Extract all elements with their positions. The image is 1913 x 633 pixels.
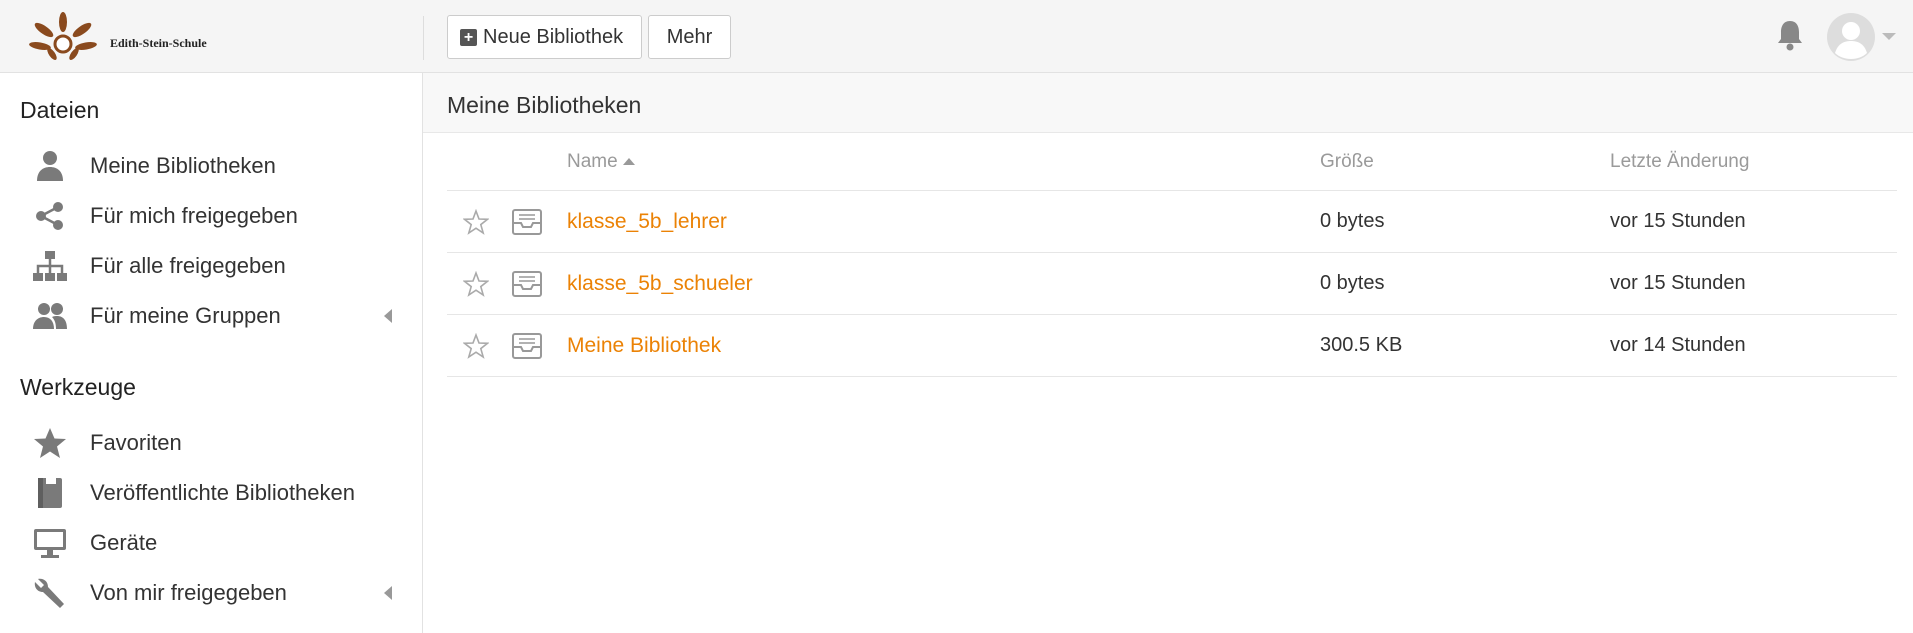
sidebar-item-shared-by-me[interactable]: Von mir freigegeben: [0, 570, 422, 616]
more-label: Mehr: [666, 25, 713, 48]
new-library-button[interactable]: + Neue Bibliothek: [447, 15, 642, 59]
brand-name: Edith-Stein-Schule: [110, 36, 207, 50]
tools-heading: Werkzeuge: [20, 374, 136, 400]
topbar-divider: [423, 16, 424, 60]
sidebar-item-published-libraries[interactable]: Veröffentlichte Bibliotheken: [0, 470, 422, 516]
column-header-name[interactable]: Name: [567, 151, 635, 173]
sidebar-item-favorites[interactable]: Favoriten: [0, 420, 422, 466]
sidebar-item-shared-with-all[interactable]: Für alle freigegeben: [0, 243, 422, 289]
sidebar-item-label: Meine Bibliotheken: [90, 153, 276, 178]
sidebar: Dateien Meine Bibliotheken Für mich frei…: [0, 73, 423, 633]
chevron-down-icon[interactable]: [1882, 33, 1896, 40]
library-size: 0 bytes: [1320, 210, 1385, 232]
star-icon: [34, 428, 66, 458]
library-icon: [512, 271, 542, 297]
notifications-bell-icon[interactable]: [1775, 18, 1805, 52]
library-name-link[interactable]: klasse_5b_lehrer: [567, 210, 727, 234]
expand-arrow-icon[interactable]: [384, 309, 392, 323]
column-header-size[interactable]: Größe: [1320, 151, 1374, 173]
share-icon: [36, 202, 63, 230]
libraries-table: Name Größe Letzte Änderung klasse_5b_leh…: [447, 133, 1897, 377]
star-outline-icon[interactable]: [463, 271, 489, 297]
library-size: 300.5 KB: [1320, 334, 1403, 356]
column-header-modified[interactable]: Letzte Änderung: [1610, 151, 1749, 173]
sidebar-item-label: Für mich freigegeben: [90, 203, 298, 228]
table-row[interactable]: klasse_5b_schueler 0 bytes vor 15 Stunde…: [447, 253, 1897, 315]
sidebar-item-label: Geräte: [90, 530, 158, 555]
monitor-icon: [34, 529, 66, 558]
library-icon: [512, 333, 542, 359]
wrench-icon: [34, 578, 64, 608]
main-header: Meine Bibliotheken: [423, 73, 1913, 133]
library-name-link[interactable]: Meine Bibliothek: [567, 334, 721, 358]
table-header: Name Größe Letzte Änderung: [447, 133, 1897, 191]
sidebar-item-devices[interactable]: Geräte: [0, 520, 422, 566]
library-modified: vor 14 Stunden: [1610, 334, 1746, 356]
library-size: 0 bytes: [1320, 272, 1385, 294]
group-icon: [33, 303, 67, 329]
main-content: Meine Bibliotheken Name Größe Letzte Änd…: [423, 73, 1913, 633]
library-icon: [512, 209, 542, 235]
star-outline-icon[interactable]: [463, 209, 489, 235]
files-heading: Dateien: [20, 97, 100, 123]
sidebar-item-label: Veröffentlichte Bibliotheken: [90, 480, 355, 505]
user-icon: [37, 151, 63, 181]
top-bar: Edith-Stein-Schule + Neue Bibliothek Meh…: [0, 0, 1913, 73]
page-title: Meine Bibliotheken: [447, 92, 642, 118]
sidebar-item-my-groups[interactable]: Für meine Gruppen: [0, 293, 422, 339]
sidebar-item-label: Von mir freigegeben: [90, 580, 287, 605]
table-row[interactable]: klasse_5b_lehrer 0 bytes vor 15 Stunden: [447, 191, 1897, 253]
org-chart-icon: [33, 251, 67, 281]
user-avatar[interactable]: [1826, 12, 1876, 62]
sidebar-item-label: Für meine Gruppen: [90, 303, 281, 328]
expand-arrow-icon[interactable]: [384, 586, 392, 600]
table-row[interactable]: Meine Bibliothek 300.5 KB vor 14 Stunden: [447, 315, 1897, 377]
new-library-label: Neue Bibliothek: [483, 25, 624, 48]
sidebar-item-label: Für alle freigegeben: [90, 253, 286, 278]
book-icon: [38, 478, 62, 508]
sidebar-item-shared-with-me[interactable]: Für mich freigegeben: [0, 193, 422, 239]
plus-icon: +: [460, 28, 477, 46]
star-outline-icon[interactable]: [463, 333, 489, 359]
more-button[interactable]: Mehr: [648, 15, 731, 59]
library-modified: vor 15 Stunden: [1610, 272, 1746, 294]
sun-logo-icon: [29, 12, 97, 60]
library-name-link[interactable]: klasse_5b_schueler: [567, 272, 753, 296]
sort-ascending-icon: [622, 158, 635, 166]
library-modified: vor 15 Stunden: [1610, 210, 1746, 232]
school-logo[interactable]: Edith-Stein-Schule: [28, 12, 218, 60]
sidebar-item-my-libraries[interactable]: Meine Bibliotheken: [0, 143, 422, 189]
column-name-label: Name: [567, 151, 618, 172]
sidebar-item-label: Favoriten: [90, 430, 182, 455]
